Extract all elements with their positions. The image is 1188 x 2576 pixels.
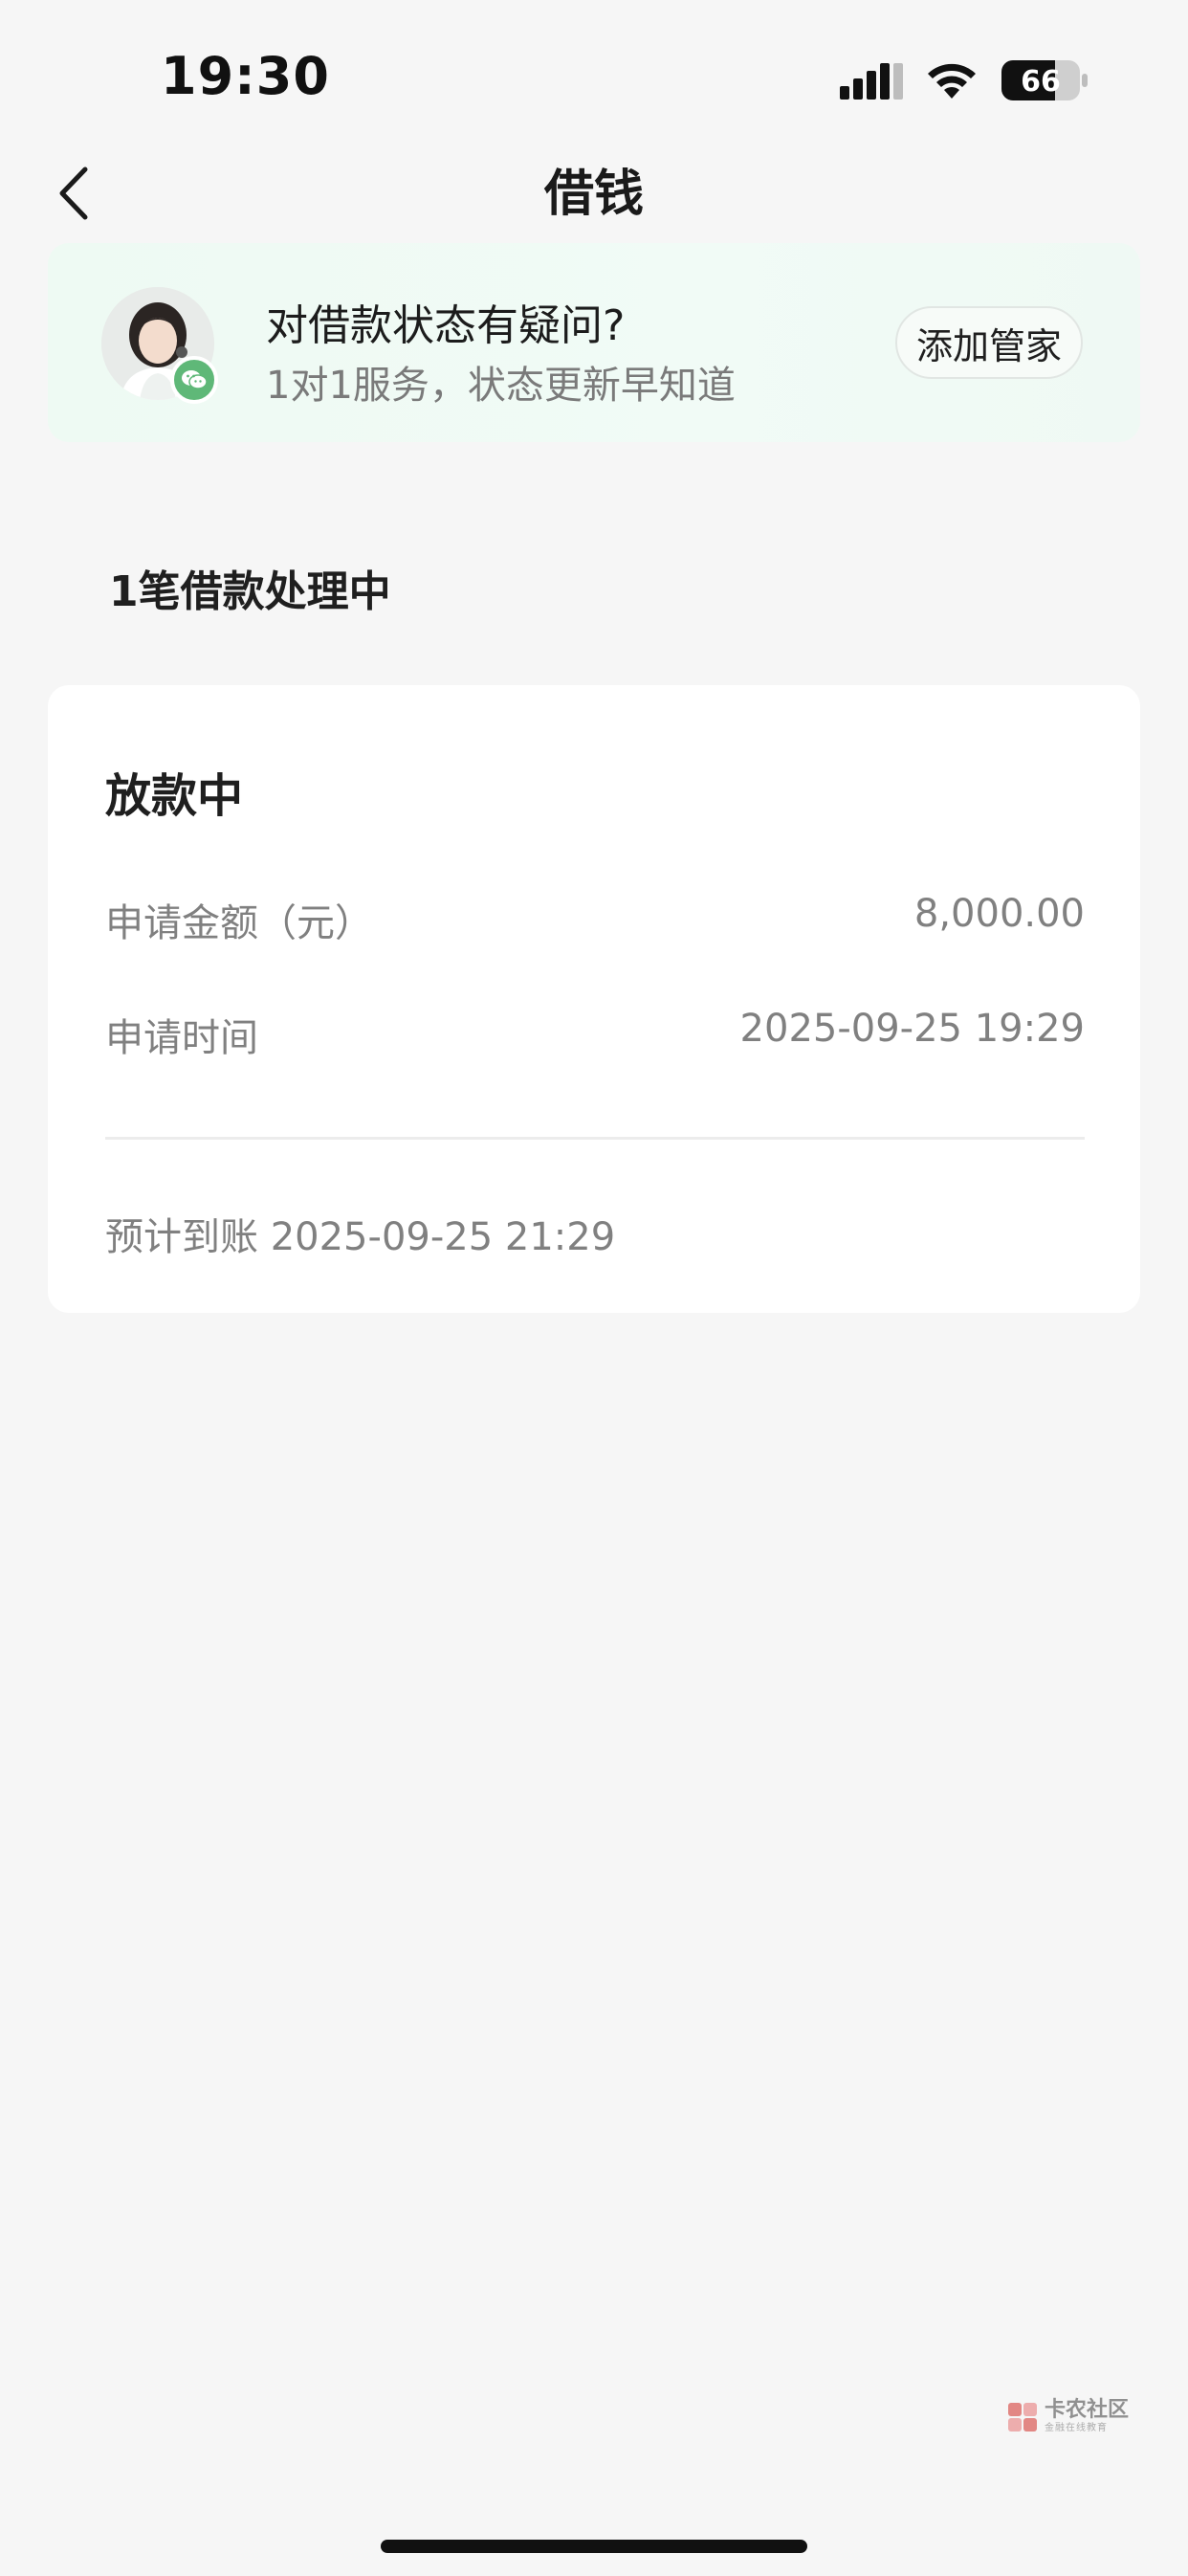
battery-icon: 66 (1001, 60, 1088, 100)
card-divider (105, 1137, 1085, 1140)
watermark-logo-icon (1007, 2402, 1037, 2432)
loan-card[interactable]: 放款中 申请金额（元） 8,000.00 申请时间 2025-09-25 19:… (48, 685, 1140, 1313)
watermark-title: 卡农社区 (1044, 2398, 1129, 2422)
amount-label: 申请金额（元） (105, 901, 373, 945)
add-steward-button[interactable]: 添加管家 (895, 306, 1083, 379)
banner-title: 对借款状态有疑问? (266, 301, 626, 350)
home-indicator[interactable] (381, 2540, 807, 2553)
nav-bar: 借钱 (0, 144, 1188, 249)
wifi-icon (928, 63, 976, 99)
status-icons: 66 (840, 56, 1089, 105)
apply-time-label: 申请时间 (105, 1016, 258, 1060)
amount-value: 8,000.00 (913, 892, 1085, 936)
page-title: 借钱 (543, 166, 644, 223)
watermark: 卡农社区 金融在线教育 (1006, 2400, 1129, 2433)
wechat-icon (170, 356, 218, 404)
status-bar: 19:30 66 (0, 0, 1188, 153)
banner-subtitle: 1对1服务，状态更新早知道 (266, 364, 736, 408)
loan-status: 放款中 (105, 769, 244, 823)
expected-arrival: 预计到账 2025-09-25 21:29 (105, 1215, 616, 1259)
watermark-subtitle: 金融在线教育 (1044, 2423, 1108, 2433)
section-heading: 1笔借款处理中 (109, 567, 391, 616)
apply-time-value: 2025-09-25 19:29 (739, 1007, 1085, 1051)
cellular-signal-icon (840, 63, 903, 100)
status-time: 19:30 (161, 46, 330, 106)
battery-level-text: 66 (1021, 65, 1061, 99)
service-banner[interactable]: 对借款状态有疑问? 1对1服务，状态更新早知道 添加管家 (48, 243, 1140, 442)
